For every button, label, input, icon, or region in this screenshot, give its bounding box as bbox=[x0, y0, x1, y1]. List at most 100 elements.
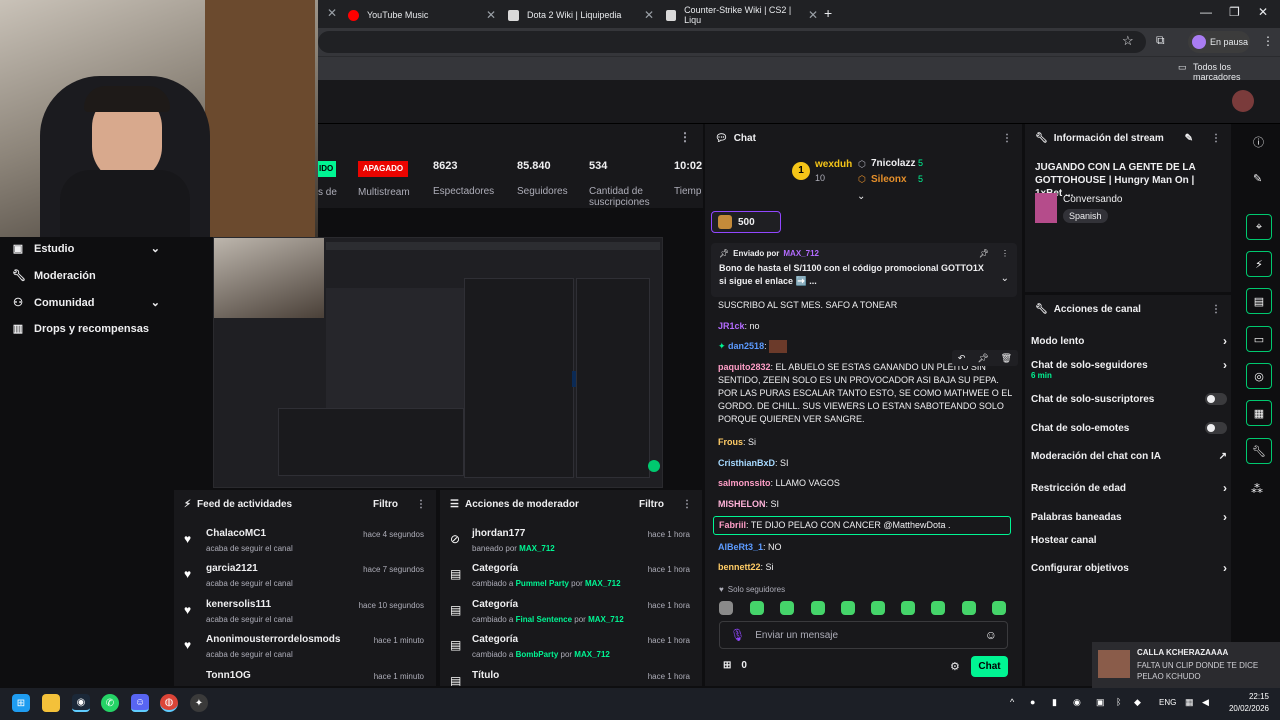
pinned-message[interactable]: 📌︎ Enviado por MAX_712 📌︎ ⋮ Bono de hast… bbox=[711, 243, 1017, 297]
menu-icon[interactable]: ⋮ bbox=[682, 499, 692, 510]
chat-user[interactable]: salmonssito bbox=[718, 478, 771, 488]
close-icon[interactable]: ✕ bbox=[808, 8, 818, 22]
apps-icon[interactable]: ⁂ bbox=[1251, 482, 1263, 496]
emote[interactable] bbox=[962, 601, 976, 615]
sidebar-item-moderation[interactable]: 🔧︎ Moderación bbox=[12, 269, 96, 283]
send-button[interactable]: Chat bbox=[971, 656, 1008, 677]
avatar[interactable] bbox=[1232, 90, 1254, 112]
notification-toast[interactable]: CALLA KCHERAZAAAA FALTA UN CLIP DONDE TE… bbox=[1092, 642, 1280, 688]
action-ai-moderation[interactable]: Moderación del chat con IA ↗ bbox=[1031, 451, 1227, 462]
tab-dota-wiki[interactable]: Dota 2 Wiki | Liquipedia ✕ bbox=[508, 4, 654, 26]
list-item[interactable]: ▤ Categoría cambiado a Pummel Party por MA… bbox=[440, 563, 700, 597]
emote[interactable] bbox=[719, 601, 733, 615]
broadcast-icon[interactable]: ◎ bbox=[1246, 363, 1272, 389]
sidebar-item-studio[interactable]: ▣ Estudio ⌄ bbox=[12, 242, 160, 256]
all-bookmarks-link[interactable]: Todos los marcadores bbox=[1193, 62, 1280, 82]
delete-icon[interactable]: 🗑︎ bbox=[1001, 353, 1012, 364]
menu-icon[interactable]: ⋮ bbox=[1262, 34, 1274, 48]
close-icon[interactable]: ✕ bbox=[644, 8, 654, 22]
action-host-channel[interactable]: Hostear canal bbox=[1031, 535, 1227, 546]
bolt-icon[interactable]: ⚡︎ bbox=[1246, 251, 1272, 277]
chat-user[interactable]: dan2518 bbox=[728, 341, 764, 351]
language-tag[interactable]: Spanish bbox=[1063, 209, 1108, 223]
file-explorer-icon[interactable] bbox=[42, 694, 60, 712]
moderator-name[interactable]: MAX_712 bbox=[574, 650, 610, 659]
list-item[interactable]: ▤ Categoría cambiado a Final Sentence por … bbox=[440, 599, 700, 633]
category-name[interactable]: BombParty bbox=[516, 650, 559, 659]
category-name[interactable]: Pummel Party bbox=[516, 579, 569, 588]
clip-icon[interactable]: ⌖ bbox=[1246, 214, 1272, 240]
close-window-icon[interactable]: ✕ bbox=[1258, 5, 1268, 19]
action-banned-words[interactable]: Palabras baneadas › bbox=[1031, 510, 1227, 524]
category-name[interactable]: Final Sentence bbox=[516, 615, 572, 624]
stream-preview[interactable]: 1XBET bbox=[213, 237, 663, 488]
steam-icon[interactable]: ◉ bbox=[72, 694, 90, 712]
chat-message[interactable]: CristhianBxD: SI bbox=[718, 457, 1014, 470]
chat-input[interactable]: 🎙︎ Enviar un mensaje ☺ bbox=[719, 621, 1008, 649]
chat-user[interactable]: Fabriil bbox=[719, 520, 746, 530]
channel-points-widget[interactable]: 500 bbox=[711, 211, 781, 233]
url-field[interactable] bbox=[318, 31, 1146, 53]
moderator-name[interactable]: MAX_712 bbox=[585, 579, 621, 588]
edit-icon[interactable]: ✎ bbox=[1185, 133, 1193, 144]
tray-icon[interactable]: ▣ bbox=[1096, 697, 1105, 708]
leader-name[interactable]: wexduh bbox=[815, 159, 852, 170]
bluetooth-icon[interactable]: ᛒ bbox=[1116, 697, 1121, 707]
chat-user[interactable]: AlBeRt3_1 bbox=[718, 542, 763, 552]
info-icon[interactable]: ⓘ bbox=[1253, 134, 1264, 150]
profile-button[interactable]: En pausa bbox=[1188, 31, 1250, 53]
chat-user[interactable]: bennett22 bbox=[718, 562, 761, 572]
list-item[interactable]: Tonn1OG hace 1 minuto bbox=[174, 670, 434, 686]
menu-icon[interactable]: ⋮ bbox=[1211, 133, 1221, 144]
tab-cs-wiki[interactable]: Counter-Strike Wiki | CS2 | Liqu ✕ bbox=[666, 4, 818, 26]
clock-date[interactable]: 20/02/2026 bbox=[1219, 704, 1269, 713]
emote[interactable] bbox=[811, 601, 825, 615]
star-icon[interactable]: ☆ bbox=[1122, 33, 1134, 49]
chevron-down-icon[interactable]: ⌄ bbox=[1001, 273, 1009, 284]
emote-picker-icon[interactable]: ☺ bbox=[985, 628, 997, 642]
chat-user[interactable]: JR1ck bbox=[718, 321, 745, 331]
extensions-icon[interactable]: ⧉ bbox=[1156, 33, 1165, 48]
action-emote-only[interactable]: Chat de solo-emotes bbox=[1031, 422, 1227, 434]
list-item[interactable]: ♥ kenersolis111 acaba de seguir el canal ha… bbox=[174, 599, 434, 633]
menu-icon[interactable]: ⋮ bbox=[679, 130, 691, 144]
sidebar-item-community[interactable]: ⚇ Comunidad ⌄ bbox=[12, 296, 160, 310]
chat-message[interactable]: Fabriil: TE DIJO PELAO CON CANCER @Matth… bbox=[719, 519, 1015, 532]
new-tab-icon[interactable]: + bbox=[824, 5, 832, 21]
tray-icon[interactable]: ◆ bbox=[1134, 697, 1141, 708]
emote[interactable] bbox=[931, 601, 945, 615]
list-item[interactable]: ▤ Categoría cambiado a BombParty por MAX_7… bbox=[440, 634, 700, 668]
close-icon[interactable]: ✕ bbox=[486, 8, 496, 22]
chrome-icon[interactable]: ◍ bbox=[160, 694, 178, 712]
filter-button[interactable]: Filtro bbox=[373, 499, 398, 510]
action-slow-mode[interactable]: Modo lento › bbox=[1031, 334, 1227, 348]
maximize-icon[interactable]: ❐ bbox=[1229, 5, 1240, 19]
discord-icon[interactable]: ☺ bbox=[131, 694, 149, 712]
sidebar-item-drops[interactable]: ▥ Drops y recompensas bbox=[12, 322, 149, 336]
chat-user[interactable]: MISHELON bbox=[718, 499, 766, 509]
pin-icon[interactable]: 📌︎ bbox=[979, 249, 989, 258]
chat-message[interactable]: Frous: Si bbox=[718, 436, 1014, 449]
chat-message[interactable]: JR1ck: no bbox=[718, 320, 1014, 333]
list-item[interactable]: ⊘ jhordan177 baneado por MAX_712 hace 1 hor… bbox=[440, 528, 700, 562]
chevron-up-icon[interactable]: ^ bbox=[1010, 697, 1014, 707]
volume-icon[interactable]: ◀ bbox=[1202, 697, 1209, 708]
menu-icon[interactable]: ⋮ bbox=[1001, 249, 1009, 258]
chat-message[interactable]: MISHELON: SI bbox=[718, 498, 1014, 511]
edit-icon[interactable]: ✎ bbox=[1253, 172, 1262, 185]
close-icon[interactable]: ✕ bbox=[327, 6, 337, 20]
clock-time[interactable]: 22:15 bbox=[1219, 692, 1269, 701]
pinned-user[interactable]: MAX_712 bbox=[783, 249, 819, 258]
leader-name[interactable]: Sileonx bbox=[871, 174, 907, 185]
minimize-icon[interactable]: — bbox=[1200, 5, 1212, 19]
emote[interactable] bbox=[871, 601, 885, 615]
reply-icon[interactable]: ↶ bbox=[958, 353, 966, 364]
whatsapp-icon[interactable]: ✆ bbox=[101, 694, 119, 712]
category-box-art[interactable] bbox=[1035, 193, 1057, 223]
emote-only-toggle[interactable] bbox=[1205, 422, 1227, 434]
bits-counter[interactable]: ⊞ 0 bbox=[723, 660, 747, 671]
pin-icon[interactable]: 📌︎ bbox=[977, 353, 988, 364]
settings-icon[interactable]: ⚙ bbox=[950, 660, 960, 673]
action-followers-only[interactable]: Chat de solo-seguidores › bbox=[1031, 358, 1227, 372]
category-name[interactable]: Conversando bbox=[1063, 194, 1122, 205]
